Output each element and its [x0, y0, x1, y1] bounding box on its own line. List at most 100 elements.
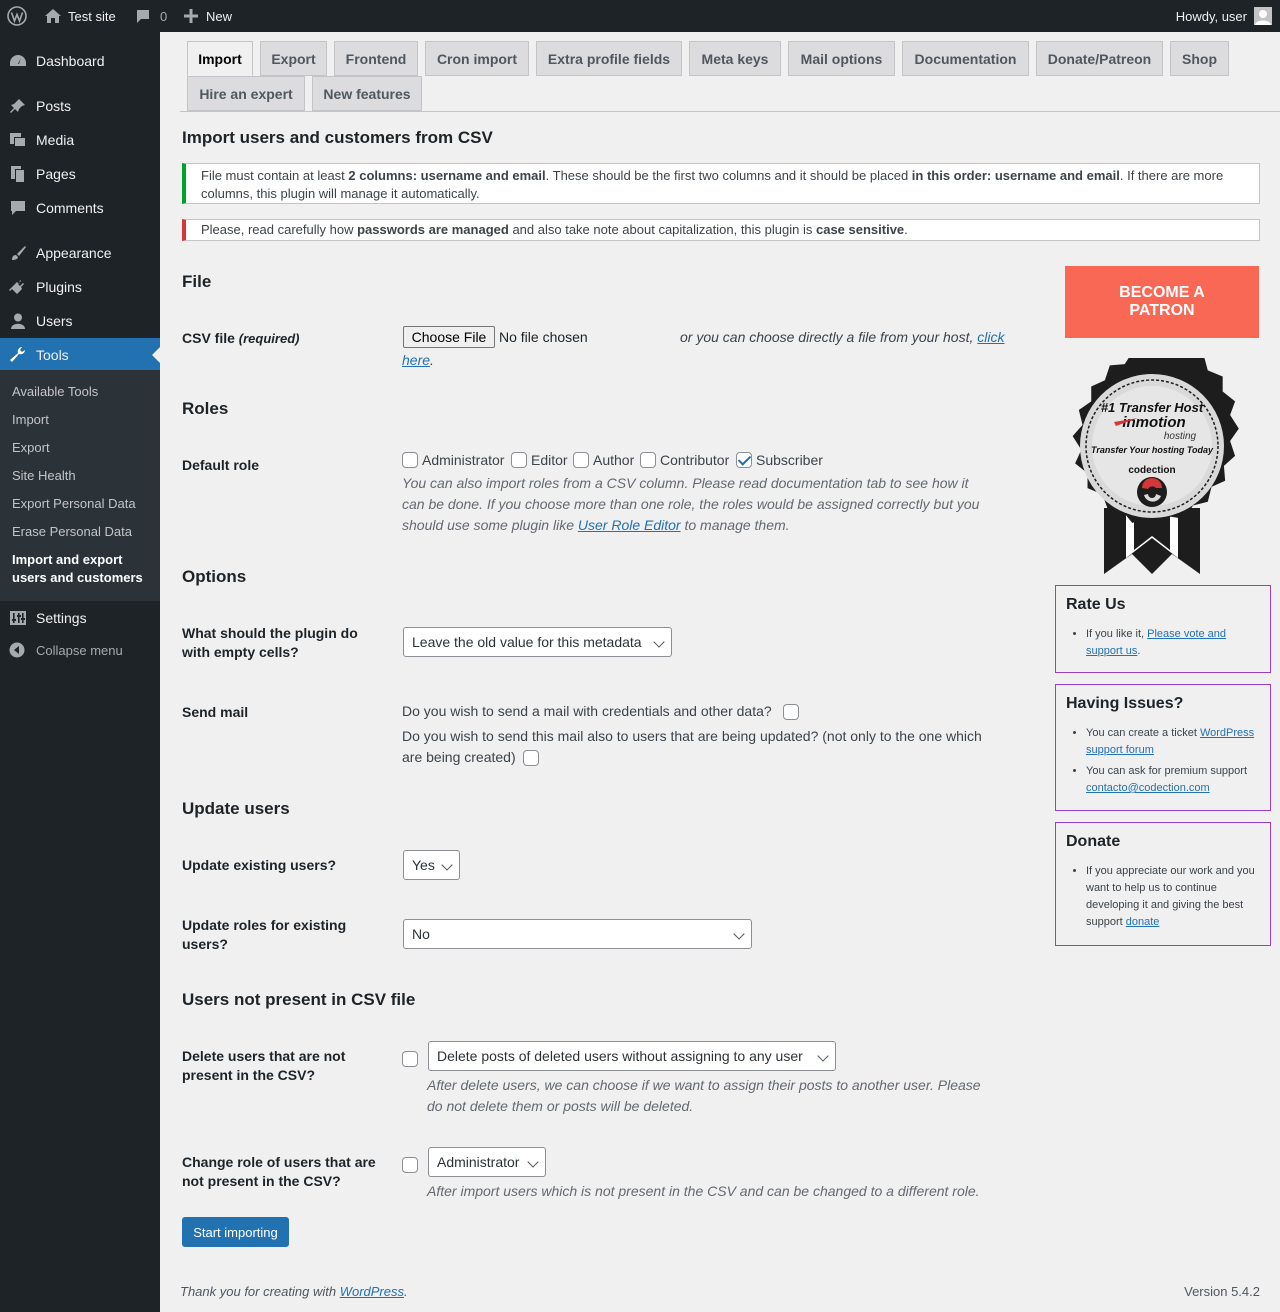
tab-meta-keys[interactable]: Meta keys	[689, 41, 781, 76]
role-checkbox-editor[interactable]	[511, 452, 527, 468]
select-value: No	[412, 926, 430, 942]
change-role-description: After import users which is not present …	[427, 1183, 980, 1199]
tab-shop[interactable]: Shop	[1170, 41, 1229, 76]
role-checkbox-contributor[interactable]	[640, 452, 656, 468]
menu-label: Comments	[36, 200, 104, 216]
tab-mail-options[interactable]: Mail options	[788, 41, 895, 76]
tab-frontend[interactable]: Frontend	[334, 41, 418, 76]
role-checkbox-subscriber[interactable]	[736, 452, 752, 468]
menu-item-tools[interactable]: Tools	[0, 338, 160, 372]
user-role-editor-link[interactable]: User Role Editor	[578, 517, 681, 533]
notice-text: .	[904, 222, 908, 237]
role-checkbox-administrator[interactable]	[402, 452, 418, 468]
delete-posts-select[interactable]: Delete posts of deleted users without as…	[428, 1041, 836, 1071]
tab-import[interactable]: Import	[187, 41, 253, 76]
chevron-down-icon	[527, 1156, 539, 1168]
notice-text: and also take note about capitalization,…	[508, 222, 816, 237]
collapse-menu-button[interactable]: Collapse menu	[0, 633, 160, 667]
host-file-text: or you can choose directly a file from y…	[680, 327, 1004, 348]
box-title: Having Issues?	[1066, 695, 1184, 712]
delete-users-checkbox[interactable]	[402, 1051, 418, 1067]
submenu-label: Export Personal Data	[12, 496, 136, 511]
choose-file-button[interactable]: Choose File	[403, 326, 495, 348]
update-existing-select[interactable]: Yes	[403, 850, 460, 880]
click-here-link[interactable]: here	[402, 352, 430, 368]
notice-strong: passwords are managed	[357, 222, 509, 237]
contact-email-link[interactable]: contacto@codection.com	[1086, 782, 1210, 794]
update-roles-select[interactable]: No	[403, 919, 752, 949]
become-patron-button[interactable]: BECOME A PATRON	[1065, 266, 1259, 338]
start-importing-button[interactable]: Start importing	[182, 1217, 289, 1247]
wordpress-link[interactable]: WordPress	[340, 1284, 404, 1299]
default-role-label: Default role	[182, 457, 260, 473]
footer-thanks: Thank you for creating with WordPress.	[180, 1284, 408, 1299]
submenu-item-available-tools[interactable]: Available Tools	[12, 383, 98, 401]
menu-item-comments[interactable]: Comments	[0, 191, 160, 225]
tab-export[interactable]: Export	[260, 41, 327, 76]
tab-documentation[interactable]: Documentation	[902, 41, 1029, 76]
pages-icon	[9, 166, 27, 182]
menu-item-posts[interactable]: Posts	[0, 89, 160, 123]
desc-line: do not delete them or posts will be dele…	[427, 1098, 694, 1114]
tab-label: Cron import	[436, 50, 518, 67]
update-existing-label: Update existing users?	[182, 857, 337, 873]
label-line: What should the plugin do	[182, 625, 358, 641]
pushpin-icon	[9, 98, 27, 114]
change-role-checkbox[interactable]	[402, 1157, 418, 1173]
submenu-item-erase-personal-data[interactable]: Erase Personal Data	[12, 523, 132, 541]
menu-item-appearance[interactable]: Appearance	[0, 236, 160, 270]
select-value: Administrator	[437, 1154, 520, 1170]
submenu-item-export[interactable]: Export	[12, 439, 50, 457]
site-home-link[interactable]: Test site	[44, 0, 116, 32]
tab-new-features[interactable]: New features	[312, 76, 422, 111]
menu-label: Plugins	[36, 279, 82, 295]
tab-extra-profile-fields[interactable]: Extra profile fields	[536, 41, 682, 76]
no-file-chosen: No file chosen	[499, 329, 588, 345]
click-here-link[interactable]: click	[977, 329, 1004, 345]
label-line: users?	[182, 936, 228, 952]
menu-item-users[interactable]: Users	[0, 304, 160, 338]
wrench-icon	[9, 347, 27, 363]
send-mail-updated-checkbox[interactable]	[523, 750, 539, 766]
menu-item-settings[interactable]: Settings	[0, 601, 160, 635]
donate-link[interactable]: donate	[1126, 916, 1160, 928]
menu-item-pages[interactable]: Pages	[0, 157, 160, 191]
badge-partner: codection	[1128, 465, 1175, 476]
role-checkbox-author[interactable]	[573, 452, 589, 468]
chevron-down-icon	[441, 859, 453, 871]
button-label: Start importing	[193, 1224, 278, 1240]
send-mail-checkbox[interactable]	[783, 704, 799, 720]
menu-item-media[interactable]: Media	[0, 123, 160, 157]
tab-donate-patreon[interactable]: Donate/Patreon	[1036, 41, 1163, 76]
tab-cron-import[interactable]: Cron import	[425, 41, 529, 76]
tab-hire-an-expert[interactable]: Hire an expert	[187, 76, 305, 111]
desc-line: can be done. If you choose more than one…	[402, 496, 980, 512]
menu-label: Collapse menu	[36, 642, 123, 658]
change-role-select[interactable]: Administrator	[428, 1147, 546, 1177]
chevron-down-icon	[817, 1050, 829, 1062]
wordpress-logo-icon[interactable]	[7, 0, 27, 32]
new-content-link[interactable]: New	[184, 0, 232, 32]
comments-count: 0	[160, 8, 168, 24]
notice-text: File must contain at least	[201, 168, 349, 183]
select-value: Delete posts of deleted users without as…	[437, 1048, 803, 1064]
my-account[interactable]: Howdy, user	[1176, 0, 1272, 32]
inmotion-hosting-badge[interactable]: #1 Transfer Host inmotion hosting Transf…	[1064, 339, 1240, 576]
tab-label: Extra profile fields	[547, 50, 671, 67]
question-line: Do you wish to send this mail also to us…	[402, 728, 982, 744]
footer-text: Thank you for creating with	[180, 1284, 340, 1299]
period: .	[430, 352, 434, 368]
comments-link[interactable]: 0	[135, 0, 167, 32]
empty-cells-select[interactable]: Leave the old value for this metadata	[403, 627, 672, 657]
menu-item-plugins[interactable]: Plugins	[0, 270, 160, 304]
submenu-item-export-personal-data[interactable]: Export Personal Data	[12, 495, 136, 513]
submenu-item-import[interactable]: Import	[12, 411, 49, 429]
tab-divider	[180, 111, 1280, 112]
menu-item-dashboard[interactable]: Dashboard	[0, 44, 160, 78]
submenu-item-import-export-users[interactable]: Import and export users and customers	[12, 551, 143, 587]
badge-line1: #1 Transfer Host	[1101, 400, 1204, 415]
change-role-label: Change role of users that are not presen…	[182, 1153, 392, 1191]
plus-icon	[184, 9, 198, 23]
submenu-item-site-health[interactable]: Site Health	[12, 467, 76, 485]
item-text: If you appreciate our work and you want …	[1086, 865, 1255, 928]
